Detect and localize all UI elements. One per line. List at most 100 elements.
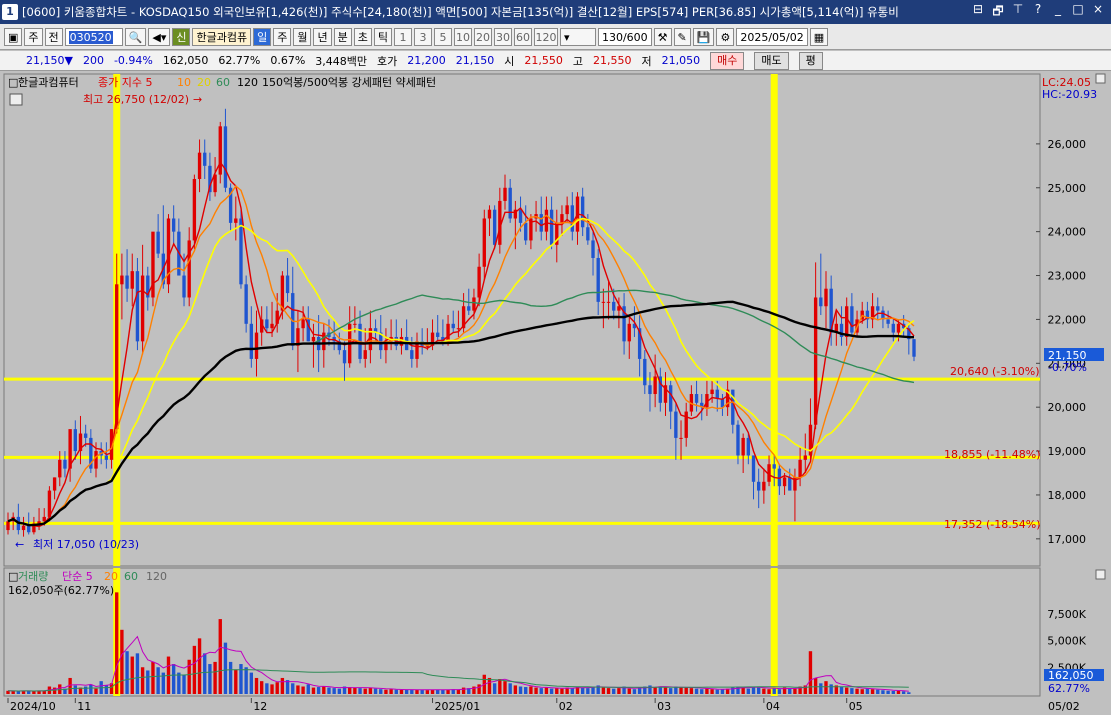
x-tick-label: 12 [253, 700, 267, 713]
volume-bar [544, 687, 549, 694]
volume-bar [901, 691, 906, 694]
volume-bar [819, 683, 823, 694]
chart-tools-icon[interactable]: ⚒ [653, 27, 672, 46]
interval-3[interactable]: 3 [413, 27, 432, 46]
price-tick-label: 25,000 [1048, 182, 1087, 195]
price-panel-button[interactable] [1095, 73, 1106, 84]
candle-body [244, 284, 248, 324]
x-tick-label: 2024/10 [10, 700, 56, 713]
buy-button[interactable]: 매수 [710, 51, 745, 70]
timeframe-week[interactable]: 주 [273, 27, 292, 46]
legend-stock-name: 한글과컴퓨터 [18, 76, 79, 89]
maximize-icon[interactable]: □ [1069, 2, 1087, 23]
volume-bar [710, 689, 714, 694]
tile-icon[interactable]: ⊟ [969, 2, 987, 23]
volume-panel-button[interactable] [1095, 569, 1106, 580]
candle-body [436, 332, 440, 337]
count-field[interactable]: 130/600 [597, 27, 652, 46]
volume-bar [632, 689, 637, 694]
interval-10[interactable]: 10 [453, 27, 472, 46]
candle-body [850, 306, 854, 333]
search-icon[interactable]: 🔍 [124, 27, 147, 46]
draw-tools-icon[interactable]: ✎ [673, 27, 691, 46]
volume-bar [601, 687, 606, 694]
period-select[interactable]: 주 [24, 27, 43, 46]
stock-chart[interactable]: 17,00018,00019,00020,00021,00022,00023,0… [0, 72, 1111, 715]
candle-body [218, 126, 222, 175]
hline-label-3: 17,352 (-18.54%) [944, 518, 1040, 531]
price-tick-label: 20,000 [1048, 401, 1087, 414]
candle-body [891, 323, 895, 333]
close-icon[interactable]: × [1089, 2, 1107, 23]
calendar-icon[interactable]: ▦ [809, 27, 829, 46]
volume-bar [275, 682, 279, 694]
chart-toolbar: ▣ 주 전 030520 🔍 ◀▾ 신 한글과컴퓨 일 주 월 년 분 초 틱 … [0, 24, 1111, 50]
candle-body [156, 231, 160, 254]
volume-legend-ma60: 60 [124, 570, 138, 583]
volume-bar [353, 687, 357, 694]
volume-bar [120, 629, 124, 694]
settings-icon[interactable]: ⚙ [716, 27, 735, 46]
candle-body [539, 214, 543, 232]
volume-bar [487, 677, 492, 694]
candle-body [679, 437, 683, 439]
timeframe-month[interactable]: 월 [293, 27, 312, 46]
timeframe-year[interactable]: 년 [313, 27, 332, 46]
candle-body [524, 222, 528, 241]
volume-bar [192, 645, 197, 694]
candle-body [674, 411, 678, 438]
volume-bar [524, 687, 528, 694]
candle-body [285, 275, 290, 294]
volume-bar [197, 638, 202, 694]
interval-1[interactable]: 1 [393, 27, 412, 46]
trade-amount: 3,448백만 [315, 54, 368, 68]
date-field[interactable]: 2025/05/02 [736, 27, 808, 46]
volume-tick-label: 5,000K [1047, 635, 1086, 648]
volume-bar [259, 681, 264, 694]
candle-body [845, 306, 849, 337]
interval-5[interactable]: 5 [433, 27, 452, 46]
volume-bar [404, 689, 409, 694]
timeframe-minute[interactable]: 분 [333, 27, 352, 46]
speaker-icon[interactable]: ◀▾ [148, 27, 171, 46]
save-icon[interactable]: 💾 [692, 27, 715, 46]
volume-bar [456, 689, 461, 694]
candle-body [586, 227, 590, 241]
candle-body [803, 455, 807, 460]
stock-code-input[interactable]: 030520 [64, 27, 123, 46]
candle-body [741, 437, 745, 456]
minimize-icon[interactable]: _ [1049, 2, 1067, 23]
interval-60[interactable]: 60 [513, 27, 532, 46]
candle-body [606, 301, 611, 303]
timeframe-second[interactable]: 초 [353, 27, 372, 46]
eval-button[interactable]: 평 [798, 51, 823, 70]
timeframe-day[interactable]: 일 [253, 27, 272, 46]
volume-bar [498, 679, 502, 694]
interval-120[interactable]: 120 [533, 27, 558, 46]
interval-20[interactable]: 20 [473, 27, 492, 46]
pin-icon[interactable]: ⊤ [1009, 2, 1027, 23]
volume-bar [679, 687, 683, 694]
volume-bar [228, 661, 233, 694]
candle-body [715, 389, 719, 399]
candle-body [21, 525, 26, 531]
price-tick-label: 23,000 [1048, 270, 1087, 283]
volume-bar [203, 653, 207, 694]
help-icon[interactable]: ? [1029, 2, 1047, 23]
prev-button[interactable]: 전 [44, 27, 63, 46]
timeframe-tick[interactable]: 틱 [373, 27, 392, 46]
candle-body [684, 411, 688, 438]
volume-bar [83, 686, 88, 694]
interval-custom-select[interactable]: ▾ [559, 27, 596, 46]
interval-30[interactable]: 30 [493, 27, 512, 46]
table-icon[interactable] [9, 93, 23, 106]
candle-body [187, 240, 191, 298]
volume-bar [886, 690, 890, 694]
candle-body [751, 455, 756, 482]
volume-bar [239, 664, 243, 694]
shin-button[interactable]: 신 [172, 27, 191, 46]
restore-icon[interactable]: 🗗 [989, 2, 1007, 23]
volume-bar [653, 687, 657, 694]
sell-button[interactable]: 매도 [754, 51, 789, 70]
layout-icon[interactable]: ▣ [4, 27, 23, 46]
